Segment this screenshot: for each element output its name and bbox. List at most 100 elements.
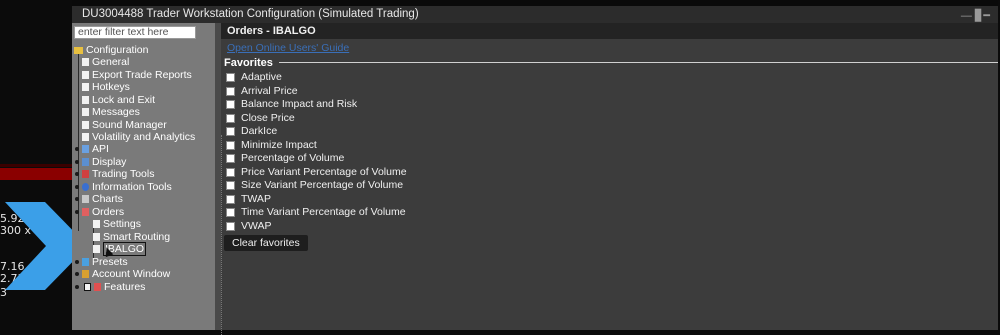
collapse-node-icon[interactable] (75, 210, 79, 214)
tree-item-sound-manager[interactable]: Sound Manager (82, 119, 167, 131)
tree-item-volatility-and-analytics[interactable]: Volatility and Analytics (82, 131, 195, 143)
favorite-item-balance-impact-and-risk[interactable]: Balance Impact and Risk (226, 98, 357, 110)
favorite-label: Balance Impact and Risk (241, 98, 358, 110)
background-red-stripe (0, 164, 72, 167)
tree-item-ibalgo[interactable]: IBALGO (93, 242, 147, 256)
tree-item-trading-tools[interactable]: Trading Tools (82, 168, 154, 180)
filter-input[interactable]: enter filter text here (74, 26, 196, 39)
expand-node-icon[interactable] (75, 285, 79, 289)
expand-node-icon[interactable] (75, 185, 79, 189)
checkbox[interactable] (226, 140, 235, 150)
window-title: DU3004488 Trader Workstation Configurati… (82, 8, 419, 20)
tree-item-settings[interactable]: Settings (93, 218, 141, 230)
favorite-label: Close Price (241, 112, 295, 124)
tree-item-export-trade-reports[interactable]: Export Trade Reports (82, 69, 192, 81)
tree-item-label: Presets (92, 256, 128, 268)
favorites-heading: Favorites (224, 57, 273, 69)
checkbox[interactable] (226, 126, 235, 136)
page-icon (82, 133, 89, 141)
favorite-item-adaptive[interactable]: Adaptive (226, 71, 282, 83)
favorite-label: VWAP (241, 220, 272, 232)
favorite-item-minimize-impact[interactable]: Minimize Impact (226, 139, 317, 151)
folder-icon (74, 46, 83, 54)
chart-icon (82, 195, 89, 203)
page-icon (82, 58, 89, 66)
checkbox[interactable] (226, 153, 235, 163)
tree-item-label: Volatility and Analytics (92, 131, 196, 143)
tree-item-label: Charts (92, 193, 123, 205)
panel-title: Orders - IBALGO (221, 23, 998, 39)
tree-item-api[interactable]: API (82, 143, 109, 155)
expand-node-icon[interactable] (75, 272, 79, 276)
trading-tools-icon (82, 170, 89, 178)
page-icon (93, 220, 100, 228)
favorite-item-price-variant-pov[interactable]: Price Variant Percentage of Volume (226, 166, 407, 178)
tree-item-label: Account Window (92, 268, 171, 280)
tree-item-label: Lock and Exit (92, 94, 156, 106)
tree-item-presets[interactable]: Presets (82, 256, 128, 268)
favorite-label: Size Variant Percentage of Volume (241, 179, 404, 191)
features-icon (94, 283, 101, 291)
expand-node-icon[interactable] (75, 147, 79, 151)
info-icon (82, 183, 89, 191)
orders-icon (82, 208, 89, 216)
clear-favorites-button[interactable]: Clear favorites (224, 235, 308, 251)
checkbox[interactable] (226, 180, 235, 190)
checkbox[interactable] (226, 167, 235, 177)
favorite-item-arrival-price[interactable]: Arrival Price (226, 85, 298, 97)
presets-icon (82, 258, 89, 266)
page-icon (82, 121, 89, 129)
favorite-item-percentage-of-volume[interactable]: Percentage of Volume (226, 152, 344, 164)
expand-node-icon[interactable] (75, 260, 79, 264)
favorite-item-darkice[interactable]: DarkIce (226, 125, 277, 137)
tree-item-label: Orders (92, 206, 125, 218)
tree-item-display[interactable]: Display (82, 156, 126, 168)
api-icon (82, 145, 89, 153)
tree-item-label: Configuration (86, 44, 149, 56)
tree-item-information-tools[interactable]: Information Tools (82, 181, 172, 193)
tree-item-hotkeys[interactable]: Hotkeys (82, 81, 130, 93)
tree-item-label: Settings (103, 218, 141, 230)
favorite-item-close-price[interactable]: Close Price (226, 112, 295, 124)
divider (221, 135, 222, 335)
favorite-item-time-variant-pov[interactable]: Time Variant Percentage of Volume (226, 206, 406, 218)
favorite-item-twap[interactable]: TWAP (226, 193, 271, 205)
config-tree-pane: enter filter text here Configuration Gen… (72, 23, 215, 330)
favorite-label: Time Variant Percentage of Volume (241, 206, 406, 218)
settings-panel: Orders - IBALGO Open Online Users' Guide… (221, 23, 998, 335)
expand-node-icon[interactable] (75, 197, 79, 201)
tree-item-label: Features (104, 281, 146, 293)
favorite-item-size-variant-pov[interactable]: Size Variant Percentage of Volume (226, 179, 403, 191)
favorite-label: Minimize Impact (241, 139, 317, 151)
tree-item-label: API (92, 143, 109, 155)
tree-item-label: General (92, 56, 130, 68)
favorite-item-vwap[interactable]: VWAP (226, 220, 272, 232)
checkbox[interactable] (226, 207, 235, 217)
checkbox[interactable] (226, 86, 235, 96)
checkbox-icon (84, 283, 91, 291)
tree-item-features[interactable]: Features (84, 281, 145, 293)
tree-item-account-window[interactable]: Account Window (82, 268, 170, 280)
page-icon (82, 96, 89, 104)
tree-item-messages[interactable]: Messages (82, 106, 140, 118)
online-users-guide-link[interactable]: Open Online Users' Guide (227, 42, 349, 54)
tree-item-label: Display (92, 156, 127, 168)
expand-node-icon[interactable] (75, 172, 79, 176)
tree-item-configuration[interactable]: Configuration (74, 44, 148, 56)
window-titlebar[interactable]: DU3004488 Trader Workstation Configurati… (72, 6, 998, 23)
tree-item-general[interactable]: General (82, 56, 129, 68)
tree-item-orders[interactable]: Orders (82, 206, 124, 218)
checkbox[interactable] (226, 99, 235, 109)
tree-item-lock-and-exit[interactable]: Lock and Exit (82, 94, 155, 106)
checkbox[interactable] (226, 221, 235, 231)
checkbox[interactable] (226, 113, 235, 123)
checkbox[interactable] (226, 72, 235, 82)
favorite-label: DarkIce (241, 125, 278, 137)
checkbox[interactable] (226, 194, 235, 204)
favorite-label: Percentage of Volume (241, 152, 345, 164)
tree-line (78, 51, 79, 231)
expand-node-icon[interactable] (75, 160, 79, 164)
tree-item-charts[interactable]: Charts (82, 193, 123, 205)
page-icon (82, 108, 89, 116)
tree-item-label: Sound Manager (92, 119, 167, 131)
